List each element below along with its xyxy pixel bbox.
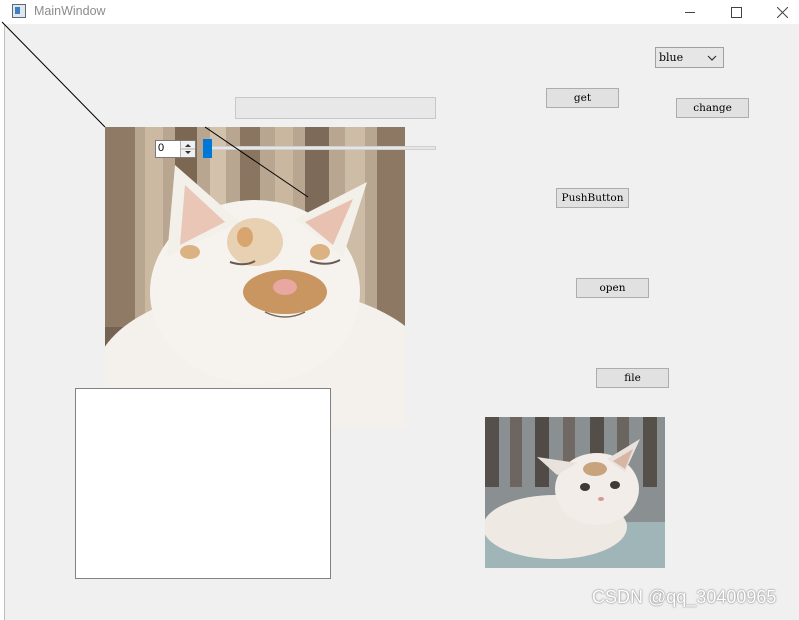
- title-bar: MainWindow: [0, 0, 799, 24]
- spinbox-value: 0: [158, 142, 165, 154]
- close-button[interactable]: [759, 0, 799, 24]
- open-button[interactable]: open: [576, 278, 649, 298]
- watermark-text: CSDN @qq_30400965: [592, 587, 777, 607]
- close-icon: [776, 6, 788, 18]
- window-left-edge: [0, 24, 5, 620]
- minimize-icon: [685, 11, 695, 13]
- push-button[interactable]: PushButton: [556, 188, 629, 208]
- spinbox-arrows[interactable]: [180, 141, 195, 157]
- chevron-down-icon: [707, 55, 717, 61]
- minimize-button[interactable]: [667, 0, 713, 24]
- text-edit-area[interactable]: [75, 388, 331, 579]
- color-combo-box[interactable]: blue: [655, 47, 724, 68]
- horizontal-slider-track[interactable]: [206, 146, 436, 150]
- app-icon: [12, 4, 26, 18]
- maximize-icon: [730, 6, 742, 18]
- spin-arrows-icon: [181, 144, 195, 154]
- cat-image-small: [485, 417, 665, 568]
- text-line-edit[interactable]: [235, 97, 436, 119]
- change-button[interactable]: change: [676, 98, 749, 118]
- cat-image-large: [105, 127, 405, 427]
- maximize-button[interactable]: [713, 0, 759, 24]
- get-button[interactable]: get: [546, 88, 619, 108]
- value-spinbox[interactable]: 0: [155, 140, 196, 158]
- slider-handle[interactable]: [203, 139, 212, 158]
- file-button[interactable]: file: [596, 368, 669, 388]
- window-title: MainWindow: [34, 4, 106, 18]
- combo-selected-value: blue: [659, 51, 684, 64]
